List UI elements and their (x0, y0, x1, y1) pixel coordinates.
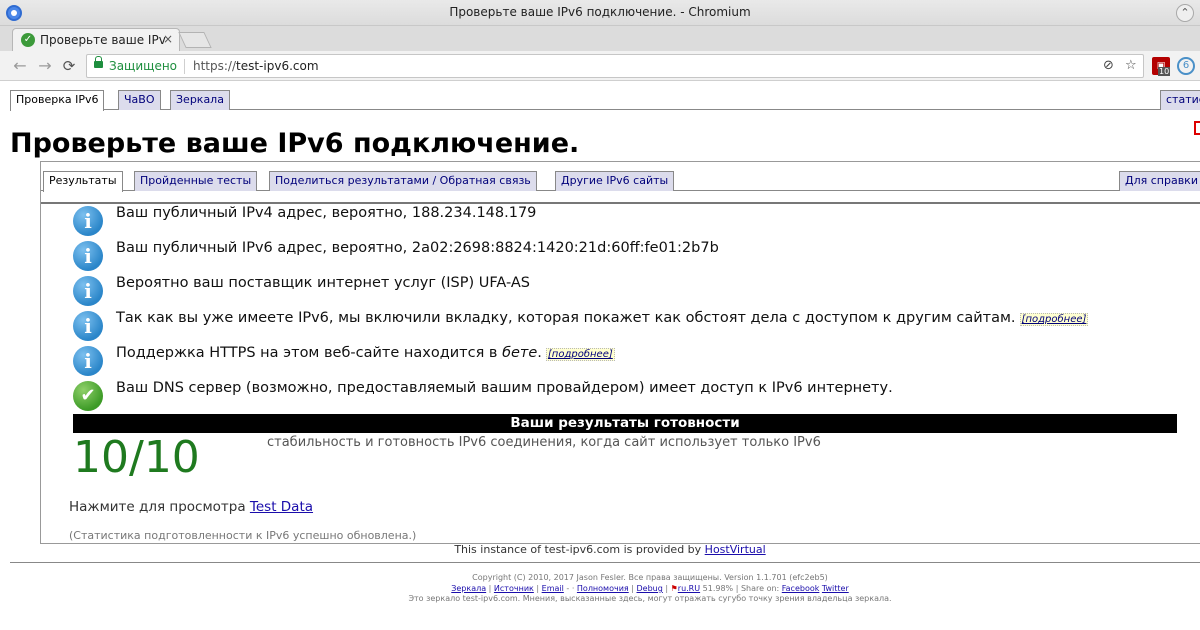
footer-link-locale[interactable]: ru.RU (678, 584, 700, 593)
footer-sep: | (628, 584, 637, 593)
more-info-link[interactable]: [подробнее] (545, 348, 615, 361)
footer-link-debug[interactable]: Debug (637, 584, 663, 593)
check-favicon-icon: ✓ (21, 33, 35, 47)
back-button[interactable]: ← (10, 56, 30, 76)
tab-for-helpdesk[interactable]: Для справки (1119, 171, 1200, 191)
test-data-prefix: Нажмите для просмотра (69, 499, 250, 515)
info-icon: i (73, 206, 103, 236)
extension-icon[interactable]: ▣ 10 (1152, 57, 1171, 76)
footer-link-email[interactable]: Email (542, 584, 564, 593)
tab-other-ipv6-sites[interactable]: Другие IPv6 сайты (555, 171, 675, 191)
url-text[interactable]: https://test-ipv6.com (193, 59, 319, 73)
readiness-score: 10/10 (73, 432, 200, 483)
result-message: Так как вы уже имеете IPv6, мы включили … (116, 310, 1016, 326)
bookmark-star-icon[interactable]: ☆ (1125, 58, 1137, 73)
browser-toolbar: ← → ⟳ Защищено https://test-ipv6.com ⊘ ☆… (0, 51, 1200, 81)
browser-tab[interactable]: ✓ Проверьте ваше IPv6 по × (12, 28, 180, 51)
share-twitter-link[interactable]: Twitter (822, 584, 849, 593)
tab-share-feedback[interactable]: Поделиться результатами / Обратная связь (269, 171, 537, 191)
tab-faq[interactable]: ЧаВО (118, 90, 161, 110)
info-icon: i (73, 311, 103, 341)
tab-results[interactable]: Результаты (43, 171, 123, 192)
result-text: Поддержка HTTPS на этом веб-сайте находи… (116, 345, 615, 361)
result-message: Поддержка HTTPS на этом веб-сайте находи… (116, 345, 503, 361)
test-data-link[interactable]: Test Data (250, 499, 313, 515)
results-panel: Результаты Пройденные тесты Поделиться р… (40, 161, 1200, 544)
footer-stats: 51.98% | Share on: (700, 584, 782, 593)
corner-indicator (1194, 121, 1200, 135)
beta-word: бете (502, 345, 538, 361)
more-info-link[interactable]: [подробнее] (1019, 313, 1089, 326)
instance-provider: This instance of test-ipv6.com is provid… (0, 543, 1200, 556)
tab-stats[interactable]: статистика (1160, 90, 1200, 110)
tab-title: Проверьте ваше IPv6 по (40, 33, 166, 47)
share-facebook-link[interactable]: Facebook (782, 584, 820, 593)
footer-sep: | (662, 584, 671, 593)
results-subtabs: Результаты Пройденные тесты Поделиться р… (41, 171, 1200, 192)
tab-tests-passed[interactable]: Пройденные тесты (134, 171, 258, 191)
window-title: Проверьте ваше IPv6 подключение. - Chrom… (449, 5, 751, 19)
lock-icon[interactable] (94, 56, 103, 68)
result-text: Ваш публичный IPv6 адрес, вероятно, 2a02… (116, 240, 719, 256)
page-title: Проверьте ваше IPv6 подключение. (10, 128, 580, 159)
blocked-content-icon[interactable]: ⊘ (1103, 58, 1114, 73)
reload-button[interactable]: ⟳ (59, 56, 79, 76)
address-bar[interactable]: Защищено https://test-ipv6.com ⊘ ☆ (86, 54, 1144, 78)
tab-strip: ✓ Проверьте ваше IPv6 по × (0, 26, 1200, 51)
footer-sep: | (533, 584, 542, 593)
new-tab-button[interactable] (178, 32, 212, 48)
footer-copyright: Copyright (C) 2010, 2017 Jason Fesler. В… (472, 573, 828, 582)
ipv6-extension-icon[interactable]: 6 (1177, 57, 1195, 75)
extension-badge: 10 (1158, 67, 1171, 76)
footer-sep: - · (563, 584, 577, 593)
score-description: стабильность и готовность IPv6 соединени… (267, 435, 821, 450)
site-nav-tabs: Проверка IPv6 ЧаВО Зеркала статистика (10, 90, 1200, 111)
result-text: Ваш публичный IPv4 адрес, вероятно, 188.… (116, 205, 537, 221)
hostvirtual-link[interactable]: HostVirtual (705, 543, 766, 556)
tab-mirrors[interactable]: Зеркала (170, 90, 230, 110)
info-icon: i (73, 346, 103, 376)
result-text: Так как вы уже имеете IPv6, мы включили … (116, 310, 1089, 326)
window-titlebar: Проверьте ваше IPv6 подключение. - Chrom… (0, 0, 1200, 26)
forward-button[interactable]: → (35, 56, 55, 76)
url-scheme: https:// (193, 59, 237, 73)
flag-icon: ⚑ (670, 584, 678, 593)
footer-links: Зеркала | Источник | Email - · Полномочи… (0, 584, 1200, 593)
window-control-button[interactable]: ⌃ (1176, 4, 1194, 22)
url-host: test-ipv6.com (236, 59, 319, 73)
instance-text: This instance of test-ipv6.com is provid… (454, 543, 705, 556)
status-note: (Статистика подготовленности к IPv6 успе… (69, 529, 417, 542)
info-icon: i (73, 276, 103, 306)
test-data-line: Нажмите для просмотра Test Data (69, 499, 313, 515)
footer-link-source[interactable]: Источник (494, 584, 534, 593)
footer-link-mirrors[interactable]: Зеркала (451, 584, 486, 593)
readiness-heading: Ваши результаты готовности (73, 414, 1177, 433)
info-icon: i (73, 241, 103, 271)
check-icon: ✔ (73, 381, 103, 411)
result-tail: . (537, 345, 542, 361)
result-text: Вероятно ваш поставщик интернет услуг (I… (116, 275, 531, 291)
result-text: Ваш DNS сервер (возможно, предоставляемы… (116, 380, 893, 396)
subtabs-divider (41, 202, 1200, 204)
omnibox-separator (184, 59, 185, 74)
footer-link-credits[interactable]: Полномочия (577, 584, 629, 593)
footer-disclaimer: Это зеркало test-ipv6.com. Мнения, выска… (408, 594, 892, 603)
tab-close-icon[interactable]: × (163, 32, 173, 46)
tab-ipv6-check[interactable]: Проверка IPv6 (10, 90, 105, 111)
footer-divider (10, 562, 1200, 563)
footer-sep: | (486, 584, 494, 593)
secure-label: Защищено (109, 59, 178, 73)
